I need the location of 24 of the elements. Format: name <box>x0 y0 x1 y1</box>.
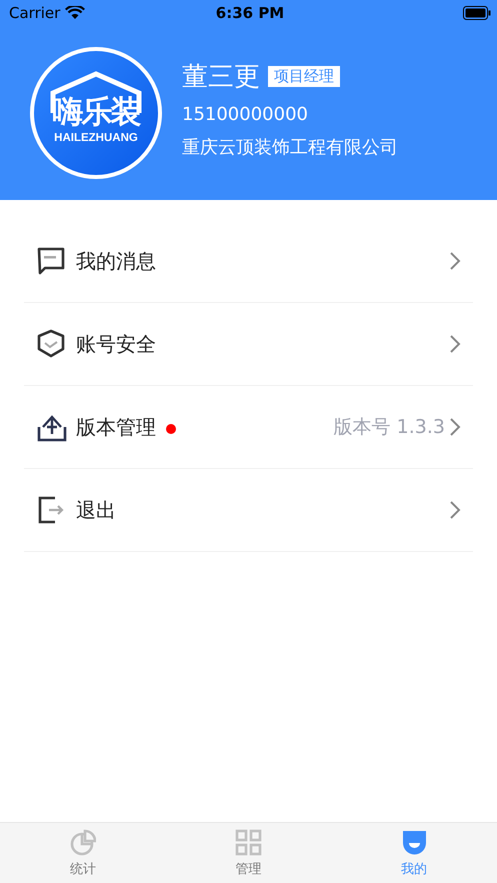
company-name: 重庆云顶装饰工程有限公司 <box>182 136 398 159</box>
status-time: 6:36 PM <box>216 4 284 22</box>
chevron-right-icon <box>449 500 461 520</box>
chevron-right-icon <box>449 251 461 271</box>
menu-item[interactable]: 我的消息 <box>24 220 473 303</box>
grid-icon <box>235 828 262 856</box>
tab-item[interactable]: 管理 <box>166 823 332 883</box>
version-number: 版本号 1.3.3 <box>334 415 445 440</box>
battery-icon <box>463 6 492 20</box>
menu-item[interactable]: 退出 <box>24 469 473 552</box>
tab-item[interactable]: 统计 <box>0 823 166 883</box>
chevron-right-icon <box>449 417 461 437</box>
smile-icon <box>400 828 428 856</box>
chevron-right-icon <box>449 334 461 354</box>
role-tag: 项目经理 <box>268 66 340 87</box>
user-name: 董三更 <box>182 61 260 94</box>
menu-item[interactable]: 账号安全 <box>24 303 473 386</box>
shield-icon <box>37 329 67 359</box>
menu-item[interactable]: 版本管理 版本号 1.3.3 <box>24 386 473 469</box>
carrier-name: Carrier <box>9 4 60 22</box>
wifi-icon <box>65 6 86 20</box>
message-icon <box>37 246 67 276</box>
phone-number: 15100000000 <box>182 104 309 125</box>
pie-chart-icon <box>69 828 96 856</box>
